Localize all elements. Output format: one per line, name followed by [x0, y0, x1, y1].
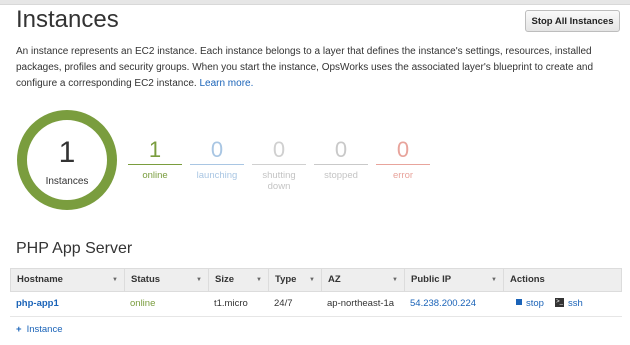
size-value: t1.micro: [214, 298, 248, 309]
column-hostname[interactable]: Hostname ▼: [11, 269, 125, 291]
stop-all-instances-button[interactable]: Stop All Instances: [525, 10, 620, 32]
sort-caret-icon: ▼: [309, 277, 315, 283]
instances-table: Hostname ▼ Status ▼ Size ▼ Type ▼ AZ ▼ P…: [10, 268, 622, 317]
stat-stopped-line: [314, 164, 368, 165]
table-row: php-app1 online t1.micro 24/7 ap-northea…: [10, 292, 622, 317]
stat-launching-count: 0: [210, 137, 224, 162]
column-size[interactable]: Size ▼: [209, 269, 269, 291]
add-instance-button[interactable]: + Instance: [16, 324, 62, 335]
ssh-action[interactable]: >_ ssh: [549, 292, 583, 316]
column-actions: Actions: [504, 269, 621, 291]
instances-total-count: 1: [58, 136, 76, 169]
stat-error-count: 0: [396, 137, 410, 162]
column-type-label: Type: [275, 274, 297, 285]
stat-online: 1 online: [128, 136, 182, 181]
stat-launching: 0 launching: [190, 136, 244, 181]
instances-total-label: Instances: [45, 176, 89, 187]
sort-caret-icon: ▼: [392, 277, 398, 283]
column-actions-label: Actions: [510, 274, 545, 285]
stat-error: 0 error: [376, 136, 430, 181]
sort-caret-icon: ▼: [256, 277, 262, 283]
stat-error-label: error: [392, 170, 414, 181]
stop-action[interactable]: stop: [510, 292, 544, 316]
column-public-ip-label: Public IP: [411, 274, 452, 285]
hostname-link[interactable]: php-app1: [10, 292, 59, 316]
column-az-label: AZ: [328, 274, 341, 285]
column-size-label: Size: [215, 274, 235, 285]
ssh-link[interactable]: ssh: [568, 298, 583, 309]
sort-caret-icon: ▼: [112, 277, 118, 283]
sort-caret-icon: ▼: [491, 277, 497, 283]
stat-stopped-count: 0: [334, 137, 348, 162]
top-bar: [0, 0, 630, 5]
column-status-label: Status: [131, 274, 161, 285]
type-value: 24/7: [274, 298, 293, 309]
stop-icon: [516, 299, 522, 306]
plus-icon: +: [16, 324, 22, 335]
stat-shutting-down-line: [252, 164, 306, 165]
stat-launching-line: [190, 164, 244, 165]
instances-total-donut: 1 Instances: [17, 110, 117, 210]
stat-shutting-down: 0 shutting down: [252, 136, 306, 192]
stat-shutting-down-count: 0: [272, 137, 286, 162]
page-title: Instances: [16, 6, 119, 33]
stat-online-count: 1: [148, 137, 162, 162]
add-instance-label: Instance: [26, 324, 63, 335]
table-header: Hostname ▼ Status ▼ Size ▼ Type ▼ AZ ▼ P…: [10, 268, 622, 292]
layer-title: PHP App Server: [16, 240, 133, 257]
stat-stopped: 0 stopped: [314, 136, 368, 181]
terminal-icon: >_: [555, 297, 564, 307]
stat-online-line: [128, 164, 182, 165]
status-value: online: [130, 298, 156, 309]
stat-launching-label: launching: [196, 170, 238, 181]
stat-stopped-label: stopped: [324, 170, 358, 181]
column-az[interactable]: AZ ▼: [322, 269, 405, 291]
column-hostname-label: Hostname: [17, 274, 63, 285]
column-public-ip[interactable]: Public IP ▼: [405, 269, 504, 291]
sort-caret-icon: ▼: [196, 277, 202, 283]
stop-link[interactable]: stop: [526, 298, 544, 309]
column-type[interactable]: Type ▼: [269, 269, 322, 291]
az-value: ap-northeast-1a: [327, 298, 395, 309]
stat-online-label: online: [142, 170, 168, 181]
public-ip-link[interactable]: 54.238.200.224: [404, 292, 476, 316]
stat-error-line: [376, 164, 430, 165]
description-text: An instance represents an EC2 instance. …: [16, 46, 594, 89]
learn-more-link[interactable]: Learn more.: [199, 78, 253, 89]
page-description: An instance represents an EC2 instance. …: [16, 44, 620, 92]
stat-shutting-down-label: shutting down: [262, 170, 296, 192]
column-status[interactable]: Status ▼: [125, 269, 209, 291]
